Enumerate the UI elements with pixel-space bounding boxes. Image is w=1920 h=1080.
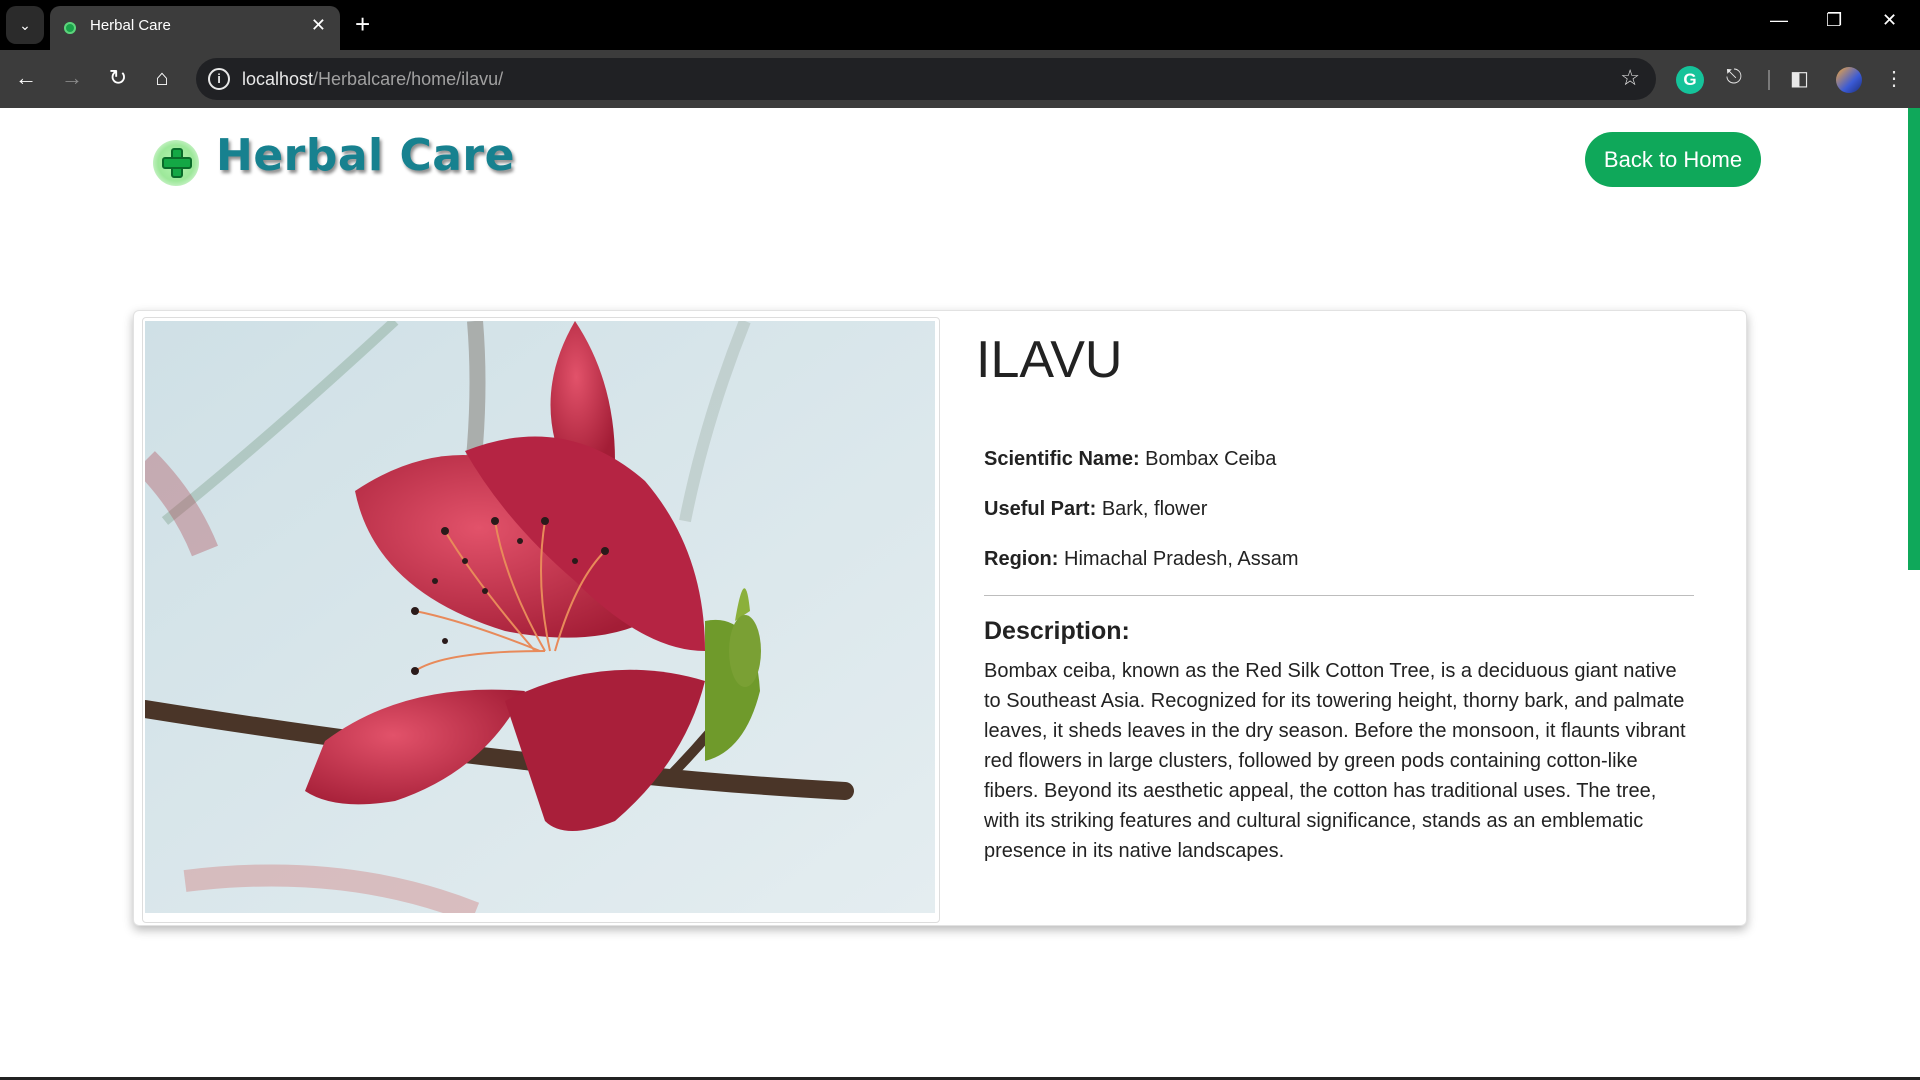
close-tab-icon[interactable]: ✕ [311,15,326,36]
side-panel-icon[interactable]: ◧ [1790,66,1809,91]
grammarly-extension-icon[interactable]: G [1676,66,1704,94]
page-scrollbar-thumb[interactable] [1908,108,1920,570]
tab-title: Herbal Care [90,17,171,34]
useful-part-row: Useful Part: Bark, flower [984,498,1207,521]
url-host: localhost [242,69,314,89]
extensions-puzzle-icon[interactable]: ⎋ [1726,66,1742,89]
bookmark-star-icon[interactable]: ☆ [1620,65,1640,91]
restore-icon[interactable]: ❐ [1826,10,1842,31]
medical-cross-logo-icon [162,148,192,178]
more-options-icon[interactable]: ⋮ [1884,66,1904,91]
browser-toolbar: ← → ↻ ⌂ i localhost/Herbalcare/home/ilav… [0,50,1920,108]
home-icon[interactable]: ⌂ [148,64,176,92]
url-path: /Herbalcare/home/ilavu/ [313,69,504,89]
scientific-name-label: Scientific Name: [984,448,1140,470]
site-info-icon[interactable]: i [208,68,230,90]
url-text[interactable]: localhost/Herbalcare/home/ilavu/ [242,69,503,90]
region-row: Region: Himachal Pradesh, Assam [984,548,1299,571]
site-brand: Herbal Care [216,130,515,181]
section-divider [984,595,1694,596]
tab-search-dropdown-icon[interactable]: ⌄ [6,6,44,44]
herb-photo [145,321,935,913]
region-value: Himachal Pradesh, Assam [1064,548,1299,570]
useful-part-label: Useful Part: [984,498,1097,520]
profile-avatar[interactable] [1836,67,1862,93]
new-tab-icon[interactable]: + [355,8,370,40]
useful-part-value: Bark, flower [1101,498,1208,520]
reload-icon[interactable]: ↻ [104,64,132,92]
back-to-home-button[interactable]: Back to Home [1585,132,1761,187]
description-text: Bombax ceiba, known as the Red Silk Cott… [984,660,1686,862]
window-close-icon[interactable]: ✕ [1882,10,1897,31]
address-bar[interactable]: i localhost/Herbalcare/home/ilavu/ ☆ [196,58,1656,100]
scientific-name-value: Bombax Ceiba [1145,448,1277,470]
back-arrow-icon[interactable]: ← [12,64,40,92]
browser-tab[interactable]: Herbal Care ✕ [50,6,340,50]
toolbar-separator [1768,70,1770,90]
herbal-care-favicon-icon [64,22,76,34]
minimize-icon[interactable]: — [1770,10,1788,31]
scientific-name-row: Scientific Name: Bombax Ceiba [984,448,1276,471]
browser-tab-bar: ⌄ Herbal Care ✕ + — ❐ ✕ [0,0,1920,50]
herb-name-heading: ILAVU [976,331,1123,389]
region-label: Region: [984,548,1059,570]
forward-arrow-icon[interactable]: → [58,64,86,92]
description-heading: Description: [984,617,1130,645]
